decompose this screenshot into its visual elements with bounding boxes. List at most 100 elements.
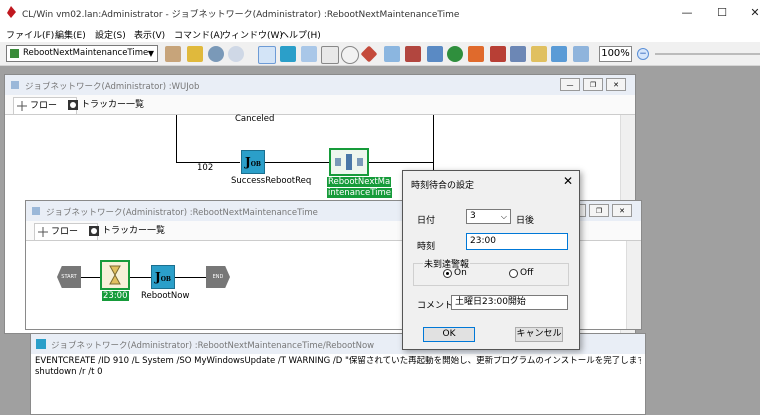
time-wait-label: 23:00 — [102, 291, 129, 301]
pointer-tool-icon[interactable] — [258, 46, 276, 64]
jobnet-node-label-2: intenanceTime — [327, 188, 392, 198]
zoom-level[interactable]: 100% — [599, 46, 632, 62]
dialog-tool-icon[interactable] — [427, 46, 443, 62]
tab-tracker-label: トラッカー一覧 — [81, 100, 145, 110]
alarm-on-radio[interactable] — [443, 269, 452, 278]
tab-tracker-list[interactable]: トラッカー一覧 — [65, 97, 144, 113]
tracker-icon — [89, 226, 99, 236]
tab-tracker-label: トラッカー一覧 — [102, 226, 166, 236]
jnw-tool-icon[interactable] — [301, 46, 317, 62]
menu-help[interactable]: ヘルプ(H) — [280, 28, 321, 41]
close-button[interactable]: ✕ — [741, 4, 760, 22]
window-restore-button[interactable]: ❐ — [583, 78, 603, 91]
flow-line — [265, 162, 329, 163]
key-icon[interactable] — [187, 46, 203, 62]
stop-icon[interactable] — [490, 46, 506, 62]
date-label: 日付 — [417, 216, 436, 226]
alarm-off-radio[interactable] — [509, 269, 518, 278]
menu-bar: ファイル(F) 編集(E) 設定(S) 表示(V) コマンド(A) ウィンドウ(… — [0, 26, 760, 42]
receive-icon[interactable] — [573, 46, 589, 62]
send-icon[interactable] — [551, 46, 567, 62]
window-icon — [31, 206, 41, 216]
minimize-button[interactable]: — — [673, 4, 701, 22]
dialog-close-button[interactable]: ✕ — [563, 174, 573, 188]
job-select-dropdown[interactable]: RebootNextMaintenanceTime ▼ — [6, 45, 158, 62]
parallel-icon[interactable] — [384, 46, 400, 62]
job-node-label: RebootNow — [141, 291, 190, 301]
flow-line — [176, 143, 177, 163]
start-node[interactable]: START — [57, 266, 81, 288]
window-close-button[interactable]: ✕ — [612, 204, 632, 217]
time-label: 時刻 — [417, 242, 436, 252]
tab-flow-label: フロー — [30, 101, 58, 111]
hourglass-icon — [109, 265, 121, 285]
calendar-icon[interactable] — [405, 46, 421, 62]
script-line: EVENTCREATE /ID 910 /L System /SO MyWind… — [35, 356, 641, 366]
hourglass-icon[interactable] — [531, 46, 547, 62]
wujob-window-title-bar: ジョブネットワーク(Administrator) :WUJob — ❐ ✕ — [5, 75, 635, 95]
flow-icon — [17, 101, 27, 111]
job-node-icon[interactable]: JOB — [151, 265, 175, 289]
comment-input[interactable]: 土曜日23:00開始 — [451, 295, 568, 310]
wait-icon[interactable] — [510, 46, 526, 62]
flow-icon — [38, 227, 48, 237]
hand-tool-icon[interactable] — [165, 46, 181, 62]
edge-label: 102 — [197, 163, 214, 173]
vertical-scrollbar[interactable] — [626, 241, 641, 329]
tracker-icon — [68, 100, 78, 110]
branch-icon[interactable] — [360, 45, 378, 63]
date-select-value: 3 — [470, 211, 476, 221]
dialog-title: 時刻待合の設定 — [411, 181, 475, 191]
zoom-out-button[interactable]: − — [637, 48, 649, 60]
menu-view[interactable]: 表示(V) — [134, 28, 165, 41]
job-node-icon[interactable]: JOB — [241, 150, 265, 174]
job-tool-icon[interactable] — [280, 46, 296, 62]
date-suffix: 日後 — [516, 216, 535, 226]
flow-line — [176, 115, 177, 145]
run-icon[interactable] — [447, 46, 463, 62]
script-line: shutdown /r /t 0 — [35, 367, 103, 377]
app-logo-icon — [6, 6, 17, 18]
job-network-icon — [10, 49, 19, 58]
end-node[interactable]: END — [206, 266, 230, 288]
comment-icon[interactable] — [341, 46, 359, 64]
menu-file[interactable]: ファイル(F) — [6, 28, 54, 41]
window-close-button[interactable]: ✕ — [606, 78, 626, 91]
search-icon[interactable] — [228, 46, 244, 62]
jobnet-node-icon[interactable] — [329, 148, 369, 176]
flow-line — [369, 162, 433, 163]
app-title: CL/Win vm02.lan:Administrator - ジョブネットワー… — [22, 10, 460, 20]
time-wait-settings-dialog: 時刻待合の設定 ✕ 日付 3 ⌵ 日後 時刻 23:00 未到達警報 On Of… — [402, 170, 580, 350]
chevron-down-icon: ⌵ — [500, 212, 507, 221]
script-editor[interactable]: EVENTCREATE /ID 910 /L System /SO MyWind… — [35, 356, 641, 414]
date-select[interactable]: 3 ⌵ — [466, 209, 511, 224]
refresh-icon[interactable] — [208, 46, 224, 62]
alarm-on-label: On — [454, 268, 467, 278]
wujob-window-title: ジョブネットワーク(Administrator) :WUJob — [25, 82, 200, 92]
maximize-button[interactable]: ☐ — [708, 4, 736, 22]
job-select-value: RebootNextMaintenanceTime — [23, 48, 149, 58]
menu-window[interactable]: ウィンドウ(W) — [222, 28, 283, 41]
document-icon[interactable] — [321, 46, 339, 64]
ok-button[interactable]: OK — [423, 327, 475, 342]
zoom-slider[interactable] — [655, 53, 760, 55]
chevron-down-icon: ▼ — [147, 49, 154, 58]
jobnet-node-label-1: RebootNextMa — [327, 177, 392, 187]
time-wait-node[interactable] — [100, 260, 130, 290]
window-minimize-button[interactable]: — — [560, 78, 580, 91]
menu-edit[interactable]: 編集(E) — [55, 28, 86, 41]
menu-settings[interactable]: 設定(S) — [95, 28, 126, 41]
reboot-window-title: ジョブネットワーク(Administrator) :RebootNextMain… — [46, 208, 318, 218]
window-restore-button[interactable]: ❐ — [589, 204, 609, 217]
time-input[interactable]: 23:00 — [466, 233, 568, 250]
tab-tracker-list[interactable]: トラッカー一覧 — [86, 223, 165, 239]
alarm-off-label: Off — [520, 268, 534, 278]
cancel-button[interactable]: キャンセル — [515, 327, 563, 342]
menu-command[interactable]: コマンド(A) — [174, 28, 223, 41]
event-icon[interactable] — [468, 46, 484, 62]
job-icon — [36, 339, 46, 349]
job-node-label: SuccessRebootReq — [231, 176, 312, 186]
toolbar: RebootNextMaintenanceTime ▼ 100% − — [0, 42, 760, 66]
canceled-label: Canceled — [235, 114, 275, 124]
wujob-tabs: フロー トラッカー一覧 — [5, 95, 635, 115]
